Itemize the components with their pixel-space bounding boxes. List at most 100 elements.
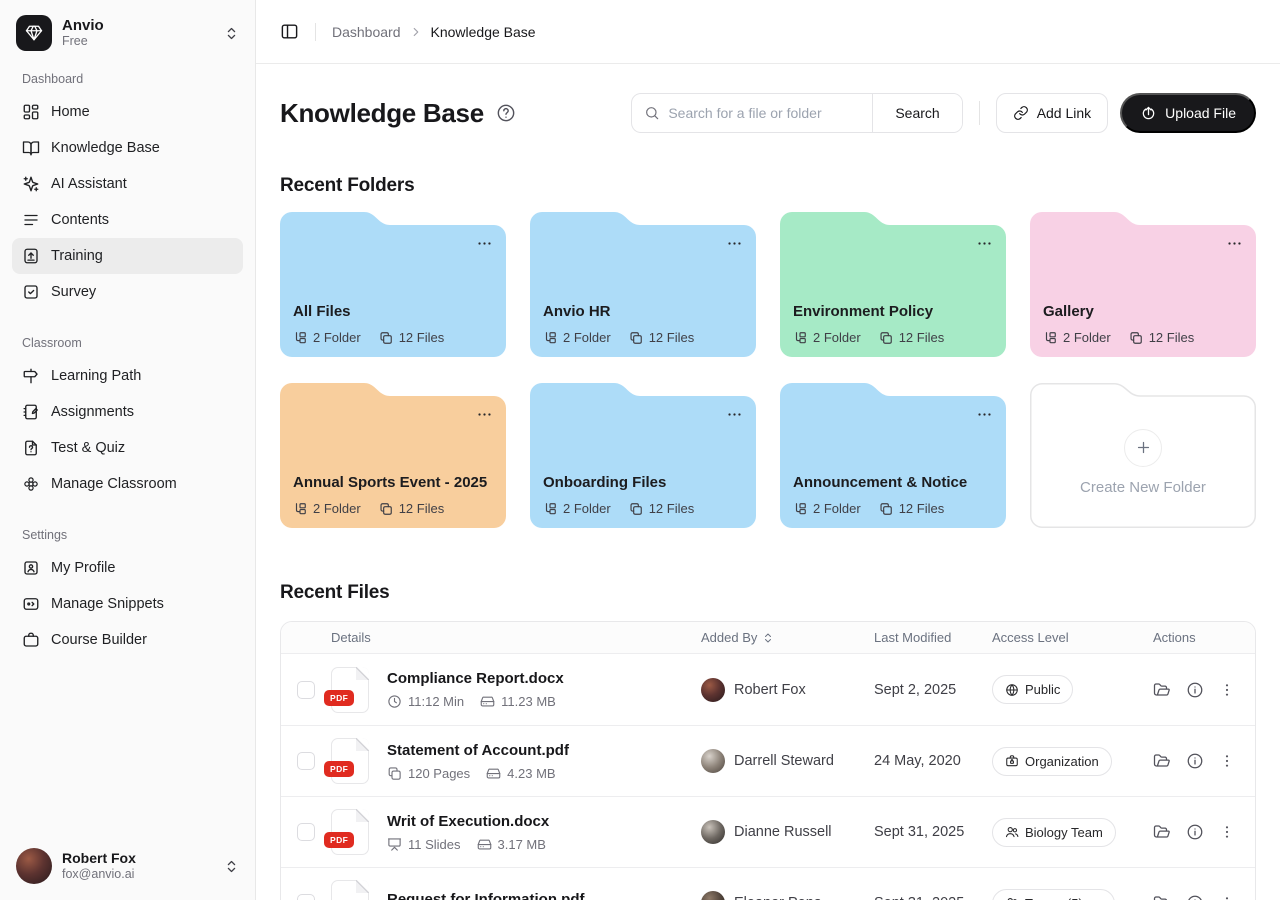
upload-file-button[interactable]: Upload File <box>1120 93 1256 133</box>
folder-card-announcement-notice[interactable]: Announcement & Notice 2 Folder 12 Files <box>780 383 1006 528</box>
chevrons-up-down-icon[interactable] <box>224 26 239 41</box>
files-icon <box>629 331 643 345</box>
file-count: 12 Files <box>899 501 945 516</box>
folder-card-onboarding-files[interactable]: Onboarding Files 2 Folder 12 Files <box>530 383 756 528</box>
table-row: PDF Request for Information.pdf Eleanor … <box>281 867 1255 900</box>
files-icon <box>629 502 643 516</box>
open-folder-icon[interactable] <box>1153 823 1171 841</box>
folder-count: 2 Folder <box>813 330 861 345</box>
info-icon[interactable] <box>1186 894 1204 900</box>
sidebar-item-learning-path[interactable]: Learning Path <box>12 358 243 394</box>
upload-file-label: Upload File <box>1165 105 1236 121</box>
folder-menu-icon[interactable] <box>726 235 743 252</box>
section-label-classroom: Classroom <box>12 336 243 350</box>
dashboard-grid-icon <box>22 103 40 121</box>
access-level-badge[interactable]: Teams (5) <box>992 889 1115 900</box>
panel-left-icon <box>280 22 299 41</box>
folder-tree-icon <box>293 502 307 516</box>
info-icon[interactable] <box>1186 681 1204 699</box>
file-type-icon: PDF <box>331 809 369 855</box>
sidebar-item-survey[interactable]: Survey <box>12 274 243 310</box>
search-button[interactable]: Search <box>872 94 961 132</box>
folder-menu-icon[interactable] <box>976 235 993 252</box>
folder-tree-icon <box>543 502 557 516</box>
sidebar-item-ai-assistant[interactable]: AI Assistant <box>12 166 243 202</box>
file-title[interactable]: Statement of Account.pdf <box>387 742 701 759</box>
sidebar-item-manage-snippets[interactable]: Manage Snippets <box>12 586 243 622</box>
folder-menu-icon[interactable] <box>726 406 743 423</box>
folder-menu-icon[interactable] <box>476 235 493 252</box>
folder-name: Announcement & Notice <box>793 474 967 491</box>
folder-tree-icon <box>293 331 307 345</box>
folder-name: Environment Policy <box>793 303 933 320</box>
recent-folders-heading: Recent Folders <box>280 175 1256 197</box>
file-title[interactable]: Writ of Execution.docx <box>387 813 701 830</box>
row-checkbox[interactable] <box>297 894 315 900</box>
add-link-button[interactable]: Add Link <box>996 93 1108 133</box>
sidebar-item-label: My Profile <box>51 560 115 576</box>
text-lines-icon <box>22 211 40 229</box>
user-menu[interactable]: Robert Fox fox@anvio.ai <box>0 834 255 900</box>
chevrons-up-down-icon[interactable] <box>224 859 239 874</box>
added-by-name: Eleanor Pena <box>734 895 822 900</box>
access-level-badge[interactable]: Organization <box>992 747 1112 776</box>
file-count: 12 Files <box>399 330 445 345</box>
folder-card-environment-policy[interactable]: Environment Policy 2 Folder 12 Files <box>780 212 1006 357</box>
chevron-down-icon <box>1089 897 1102 900</box>
folder-menu-icon[interactable] <box>476 406 493 423</box>
file-type-icon: PDF <box>331 738 369 784</box>
more-vertical-icon[interactable] <box>1219 895 1235 900</box>
sidebar-item-contents[interactable]: Contents <box>12 202 243 238</box>
file-title[interactable]: Request for Information.pdf <box>387 891 701 900</box>
sidebar: Anvio Free Dashboard Home Knowledge Base… <box>0 0 256 900</box>
file-size: 4.23 MB <box>507 766 555 781</box>
more-vertical-icon[interactable] <box>1219 824 1235 840</box>
info-icon[interactable] <box>1186 823 1204 841</box>
info-icon[interactable] <box>1186 752 1204 770</box>
divider <box>979 101 980 125</box>
open-folder-icon[interactable] <box>1153 752 1171 770</box>
upload-icon <box>1140 105 1157 122</box>
open-folder-icon[interactable] <box>1153 894 1171 900</box>
sidebar-item-manage-classroom[interactable]: Manage Classroom <box>12 466 243 502</box>
row-checkbox[interactable] <box>297 823 315 841</box>
open-folder-icon[interactable] <box>1153 681 1171 699</box>
folder-count: 2 Folder <box>813 501 861 516</box>
folder-card-all-files[interactable]: All Files 2 Folder 12 Files <box>280 212 506 357</box>
square-check-icon <box>22 283 40 301</box>
sidebar-item-course-builder[interactable]: Course Builder <box>12 622 243 658</box>
recent-files-heading: Recent Files <box>280 582 1256 604</box>
folder-menu-icon[interactable] <box>1226 235 1243 252</box>
app-window: Anvio Free Dashboard Home Knowledge Base… <box>0 0 1280 900</box>
access-level-badge[interactable]: Public <box>992 675 1073 704</box>
file-count: 12 Files <box>399 501 445 516</box>
folder-card-anvio-hr[interactable]: Anvio HR 2 Folder 12 Files <box>530 212 756 357</box>
sidebar-item-training[interactable]: Training <box>12 238 243 274</box>
column-added-by[interactable]: Added By <box>701 630 874 645</box>
sidebar-item-my-profile[interactable]: My Profile <box>12 550 243 586</box>
breadcrumb-dashboard[interactable]: Dashboard <box>332 24 401 40</box>
search-input[interactable] <box>668 105 860 121</box>
sidebar-toggle-button[interactable] <box>280 22 299 41</box>
more-vertical-icon[interactable] <box>1219 682 1235 698</box>
row-checkbox[interactable] <box>297 752 315 770</box>
row-checkbox[interactable] <box>297 681 315 699</box>
folder-count: 2 Folder <box>313 330 361 345</box>
workspace-switcher[interactable]: Anvio Free <box>12 14 243 52</box>
sidebar-item-home[interactable]: Home <box>12 94 243 130</box>
folder-card-annual-sports-event[interactable]: Annual Sports Event - 2025 2 Folder 12 F… <box>280 383 506 528</box>
more-vertical-icon[interactable] <box>1219 753 1235 769</box>
page-content: Knowledge Base Search <box>256 64 1280 900</box>
sidebar-item-assignments[interactable]: Assignments <box>12 394 243 430</box>
file-title[interactable]: Compliance Report.docx <box>387 670 701 687</box>
folder-menu-icon[interactable] <box>976 406 993 423</box>
sidebar-item-knowledge-base[interactable]: Knowledge Base <box>12 130 243 166</box>
sidebar-item-label: AI Assistant <box>51 176 127 192</box>
access-level-badge[interactable]: Biology Team <box>992 818 1116 847</box>
create-new-folder-card[interactable]: Create New Folder <box>1030 383 1256 528</box>
sidebar-item-test-quiz[interactable]: Test & Quiz <box>12 430 243 466</box>
help-icon[interactable] <box>496 103 516 123</box>
folder-card-gallery[interactable]: Gallery 2 Folder 12 Files <box>1030 212 1256 357</box>
folder-name: Onboarding Files <box>543 474 666 491</box>
book-open-icon <box>22 139 40 157</box>
